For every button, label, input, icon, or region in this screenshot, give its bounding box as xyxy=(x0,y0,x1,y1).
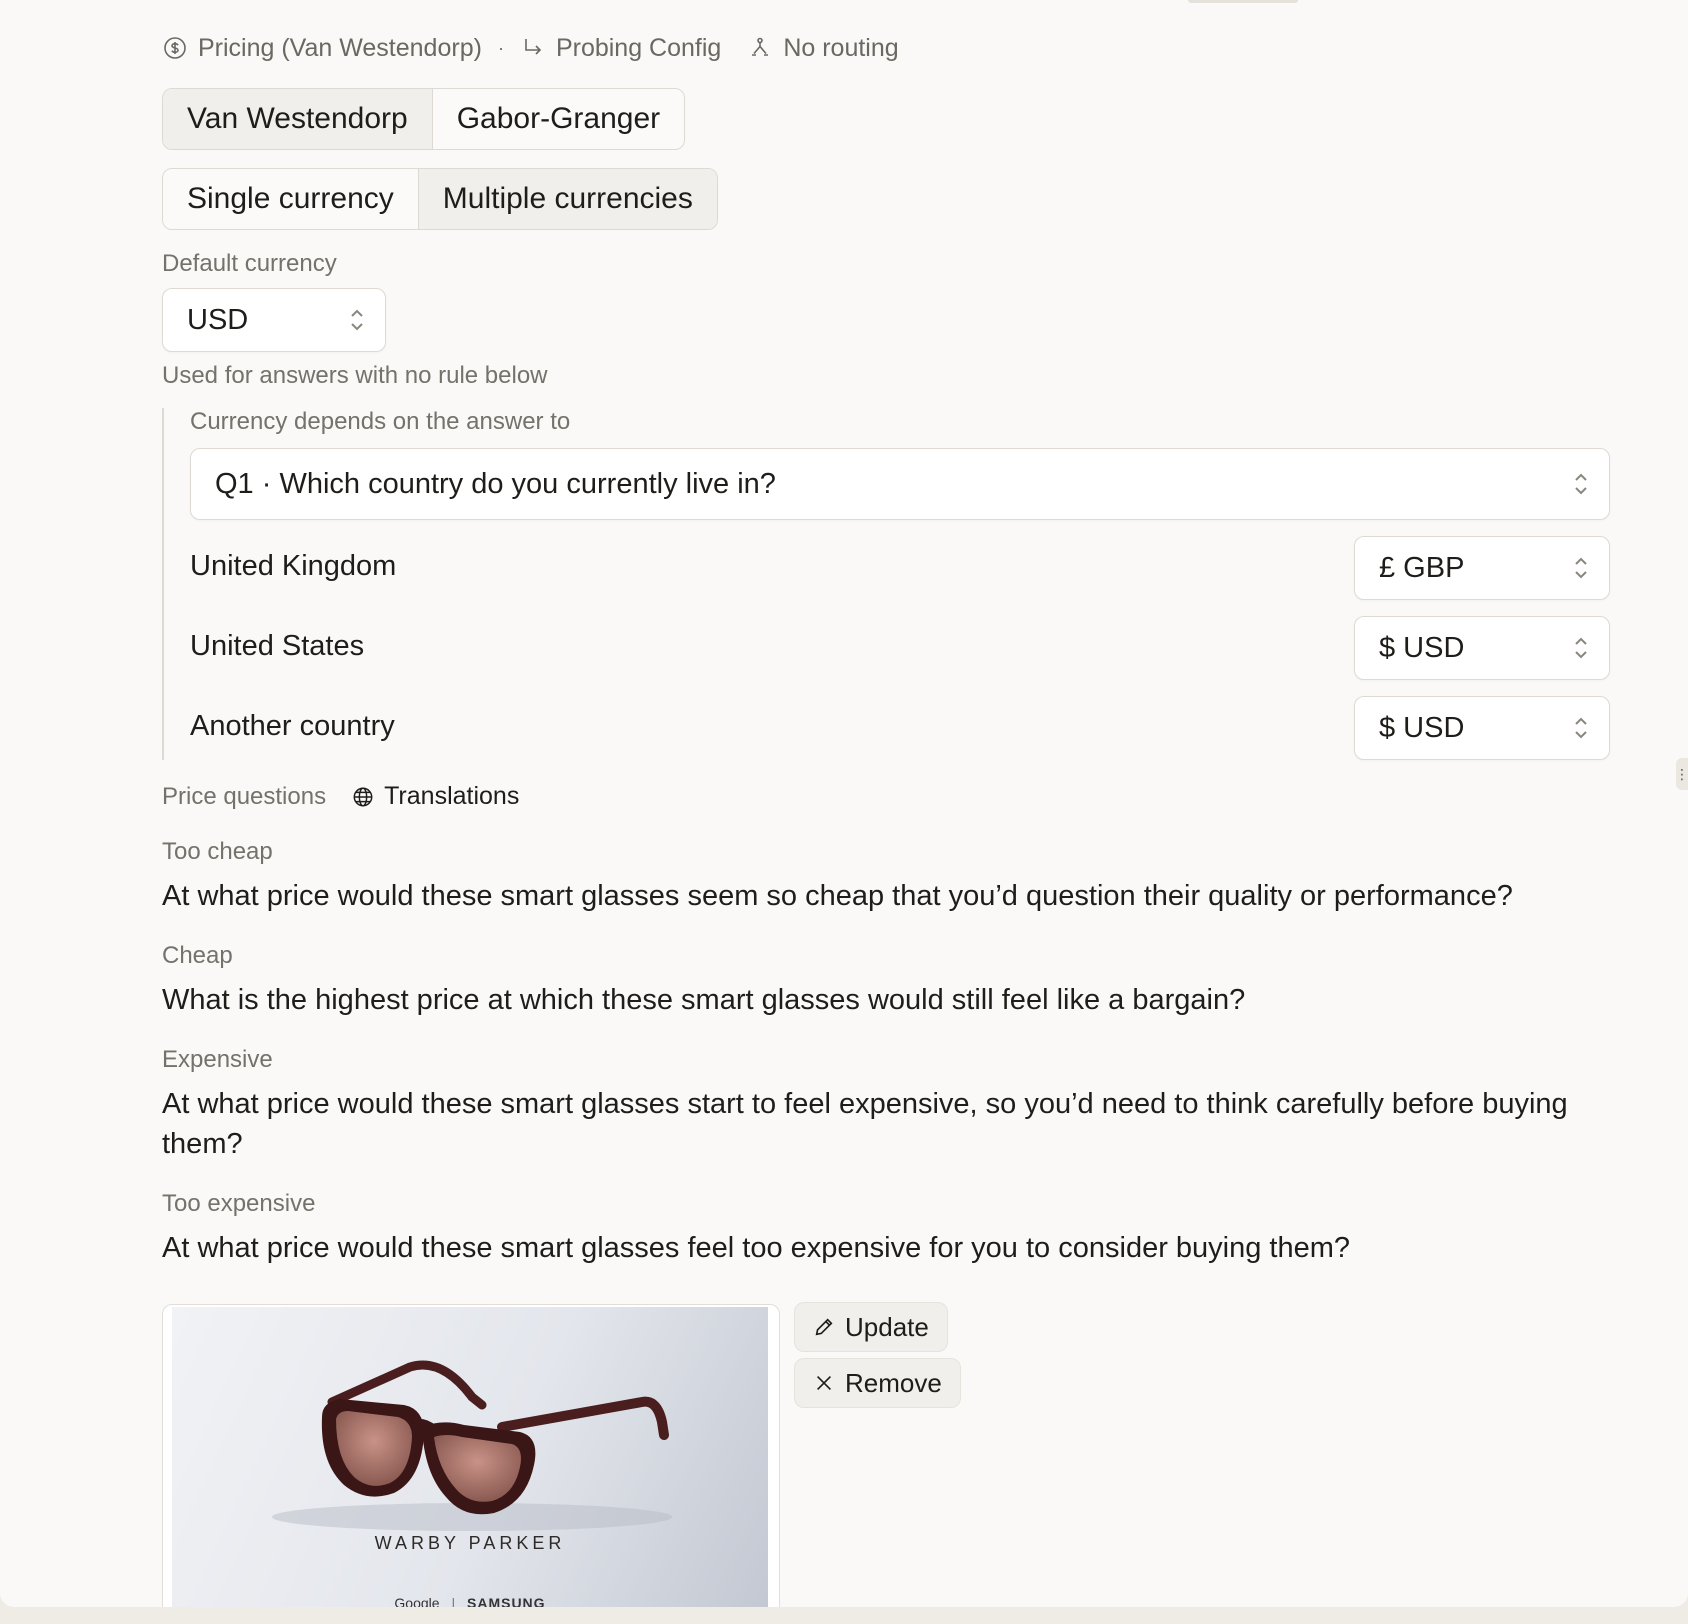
default-currency-hint: Used for answers with no rule below xyxy=(162,362,548,389)
question-type-label: Pricing (Van Westendorp) xyxy=(198,33,482,62)
cobrand-row: Google | SAMSUNG xyxy=(172,1595,768,1607)
cobrand-right: SAMSUNG xyxy=(467,1595,546,1607)
question-text-expensive[interactable]: At what price would these smart glasses … xyxy=(162,1084,1612,1164)
question-type: Pricing (Van Westendorp) xyxy=(162,34,482,63)
product-image: WARBY PARKER Google | SAMSUNG xyxy=(172,1307,768,1607)
rules-question-value: Q1 · Which country do you currently live… xyxy=(215,467,776,500)
question-text-cheap[interactable]: What is the highest price at which these… xyxy=(162,980,1612,1020)
price-questions-label: Price questions xyxy=(162,782,327,810)
question-label-cheap: Cheap xyxy=(162,942,233,969)
cobrand-left: Google xyxy=(394,1595,440,1607)
method-option-gabor-granger[interactable]: Gabor-Granger xyxy=(433,89,684,149)
currency-mode-toggle: Single currency Multiple currencies xyxy=(162,168,718,230)
globe-icon xyxy=(353,787,373,806)
default-currency-value: USD xyxy=(187,303,249,336)
update-label: Update xyxy=(845,1311,929,1342)
routing-label: No routing xyxy=(783,33,899,62)
close-icon xyxy=(816,1375,832,1391)
split-routing-icon xyxy=(747,35,773,61)
rule-currency-value: £ GBP xyxy=(1379,551,1465,584)
product-image-card: WARBY PARKER Google | SAMSUNG xyxy=(162,1304,780,1607)
dollar-circle-icon xyxy=(162,35,188,61)
rules-question-select[interactable]: Q1 · Which country do you currently live… xyxy=(190,448,1610,520)
brand-wordmark: WARBY PARKER xyxy=(374,1533,566,1553)
top-drag-handle[interactable] xyxy=(1188,0,1298,3)
question-label-expensive: Expensive xyxy=(162,1046,273,1073)
chevron-up-down-icon xyxy=(1575,473,1587,495)
rule-currency-select-uk[interactable]: £ GBP xyxy=(1354,536,1610,600)
price-questions-header: Price questions Translations xyxy=(162,782,519,811)
currency-rules: Currency depends on the answer to Q1 · W… xyxy=(162,408,1610,760)
question-text-too-cheap[interactable]: At what price would these smart glasses … xyxy=(162,876,1612,916)
cobrand-separator: | xyxy=(451,1595,456,1607)
meta-separator: · xyxy=(497,37,504,58)
rule-currency-value: $ USD xyxy=(1379,711,1465,744)
probing-config-link[interactable]: Probing Config xyxy=(520,34,721,63)
side-panel-handle[interactable]: ⋮ xyxy=(1675,758,1688,790)
default-currency-select[interactable]: USD xyxy=(162,288,386,352)
question-label-too-expensive: Too expensive xyxy=(162,1190,316,1217)
chevron-up-down-icon xyxy=(1575,717,1587,739)
probing-config-label: Probing Config xyxy=(555,33,722,62)
update-image-button[interactable]: Update xyxy=(794,1302,948,1352)
corner-down-right-icon xyxy=(520,35,546,61)
rule-currency-select-us[interactable]: $ USD xyxy=(1354,616,1610,680)
rule-currency-select-other[interactable]: $ USD xyxy=(1354,696,1610,760)
chevron-up-down-icon xyxy=(1575,557,1587,579)
pencil-icon xyxy=(815,1318,833,1336)
question-text-too-expensive[interactable]: At what price would these smart glasses … xyxy=(162,1228,1612,1268)
currency-mode-multiple[interactable]: Multiple currencies xyxy=(418,169,717,229)
rule-currency-value: $ USD xyxy=(1379,631,1465,664)
default-currency-label: Default currency xyxy=(162,250,337,277)
remove-label: Remove xyxy=(845,1367,942,1398)
translations-button[interactable]: Translations xyxy=(352,782,519,811)
rule-answer-other: Another country xyxy=(190,710,395,742)
currency-mode-single[interactable]: Single currency xyxy=(163,169,419,229)
chevron-up-down-icon xyxy=(1575,637,1587,659)
rule-answer-us: United States xyxy=(190,630,365,662)
remove-image-button[interactable]: Remove xyxy=(794,1358,961,1408)
editor-panel: Pricing (Van Westendorp) · Probing Confi… xyxy=(0,0,1688,1607)
smart-glasses-illustration xyxy=(272,1360,672,1531)
question-meta-row: Pricing (Van Westendorp) · Probing Confi… xyxy=(162,28,899,68)
method-option-van-westendorp[interactable]: Van Westendorp xyxy=(163,89,433,149)
rule-answer-uk: United Kingdom xyxy=(190,550,397,582)
method-toggle: Van Westendorp Gabor-Granger xyxy=(162,88,686,150)
rules-label: Currency depends on the answer to xyxy=(190,408,571,435)
routing-status[interactable]: No routing xyxy=(747,33,899,63)
translations-label: Translations xyxy=(384,782,520,810)
question-label-too-cheap: Too cheap xyxy=(162,838,273,865)
chevron-up-down-icon xyxy=(351,309,363,331)
